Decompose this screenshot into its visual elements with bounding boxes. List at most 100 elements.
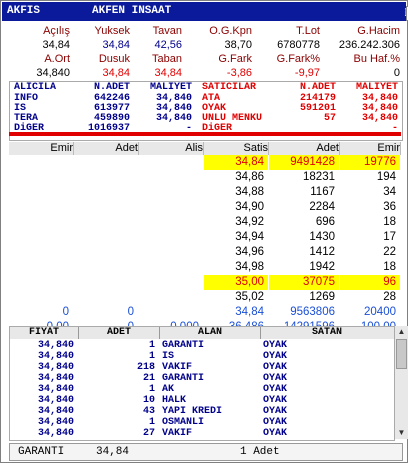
trade-row[interactable]: 34,840 1 IS OYAK <box>10 351 394 362</box>
trade-cell: 218 <box>136 362 155 373</box>
order-book-cell: 35,00 <box>204 275 268 290</box>
order-book-row[interactable]: 35,00 37075 96 <box>9 275 401 290</box>
trade-cell: HALK <box>162 395 187 406</box>
trade-cell: 34,840 <box>37 362 74 373</box>
order-book-cell <box>139 200 203 215</box>
order-book-cell <box>74 170 138 185</box>
order-book-cell: 18 <box>383 216 396 228</box>
order-book-row[interactable]: 34,98 1942 18 <box>9 260 401 275</box>
order-book-cell: 9491428 <box>269 155 339 170</box>
trade-cell: 34,840 <box>37 395 74 406</box>
trades-header-satan[interactable]: SATAN <box>261 327 393 339</box>
trade-cell: YAPI KREDI <box>162 406 223 417</box>
order-book-cell: 34,84 <box>204 155 268 170</box>
depth-header: ALICILA N.ADET MALIYET SATICILAR N.ADET … <box>10 83 402 93</box>
value-acilis: 34,84 <box>42 39 70 51</box>
order-book-cell: 1942 <box>309 261 335 273</box>
order-book-cell: 35,02 <box>235 291 264 303</box>
ob-header-adet-sell[interactable]: Adet <box>269 142 340 155</box>
trades-header-adet[interactable]: ADET <box>79 327 160 339</box>
order-book-cell: 34,92 <box>235 216 264 228</box>
trade-row[interactable]: 34,840 10 HALK OYAK <box>10 395 394 406</box>
order-book-cell <box>139 155 203 170</box>
trade-cell: OYAK <box>263 428 288 439</box>
trade-row[interactable]: 34,840 1 AK OYAK <box>10 384 394 395</box>
trades-header-alan[interactable]: ALAN <box>160 327 261 339</box>
order-book: Emir Adet Alis Satis Adet Emir 34,84 9491… <box>9 142 401 333</box>
trade-cell: OYAK <box>263 340 288 351</box>
trade-cell: OYAK <box>263 362 288 373</box>
trade-row[interactable]: 34,840 1 OSMANLI OYAK <box>10 417 394 428</box>
value-tavan: 42,56 <box>154 39 182 51</box>
trade-cell: 21 <box>142 373 155 384</box>
trade-row[interactable]: 34,840 21 GARANTI OYAK <box>10 373 394 384</box>
order-book-cell <box>9 170 73 185</box>
trade-cell: 34,840 <box>37 351 74 362</box>
order-book-row[interactable]: 34,84 9491428 19776 <box>9 155 401 170</box>
order-book-total-cell: 20400 <box>364 306 396 318</box>
order-book-total-cell <box>139 305 203 320</box>
order-book-cell <box>139 215 203 230</box>
order-book-cell <box>9 185 73 200</box>
label-tlot: T.Lot <box>296 25 320 37</box>
depth-header-nadet-sell: N.ADET <box>299 82 336 93</box>
order-book-cell <box>9 230 73 245</box>
trade-cell: VAKIF <box>162 362 193 373</box>
order-book-row[interactable]: 34,86 18231 194 <box>9 170 401 185</box>
trade-cell: OYAK <box>263 395 288 406</box>
value-yuksek: 34,84 <box>102 39 130 51</box>
ob-header-emir-sell[interactable]: Emir <box>340 142 401 155</box>
depth-cell: 57 <box>323 113 336 124</box>
trades-list: FIYAT ADET ALAN SATAN 34,840 1 GARANTI OYAK… <box>9 326 395 441</box>
trade-cell: AK <box>162 384 175 395</box>
order-book-cell <box>139 245 203 260</box>
trade-cell: 10 <box>142 395 155 406</box>
scroll-thumb[interactable] <box>396 339 407 369</box>
depth-cell: 34,840 <box>155 113 192 124</box>
order-book-cell: 34,86 <box>235 171 264 183</box>
order-book-cell: 37075 <box>269 275 339 290</box>
order-book-cell <box>139 275 203 290</box>
order-book-cell: 18 <box>383 261 396 273</box>
trade-cell: 1 <box>148 340 155 351</box>
title-bar: AKFIS AKFEN INSAAT < A D B T K G S R E ✦… <box>2 2 408 21</box>
order-book-cell: 22 <box>383 246 396 258</box>
order-book-cell: 1430 <box>309 231 335 243</box>
order-book-row[interactable]: 34,92 696 18 <box>9 215 401 230</box>
ob-header-adet-buy[interactable]: Adet <box>74 142 139 155</box>
company-title: AKFEN INSAAT <box>92 5 172 17</box>
trade-cell: OYAK <box>263 417 288 428</box>
order-book-cell <box>9 290 73 305</box>
summary-labels-2: A.Ort Dusuk Taban G.Fark G.Fark% Bu Haf.… <box>4 53 406 68</box>
trade-row[interactable]: 34,840 43 YAPI KREDI OYAK <box>10 406 394 417</box>
trades-header: FIYAT ADET ALAN SATAN <box>10 327 394 339</box>
ob-header-satis[interactable]: Satis <box>204 142 269 155</box>
trade-cell: OYAK <box>263 406 288 417</box>
trades-scrollbar[interactable]: ▲ ▼ <box>394 326 408 439</box>
value-gfark: -3,86 <box>226 67 252 79</box>
trade-cell: 34,840 <box>37 384 74 395</box>
depth-header-nadet-buy: N.ADET <box>93 82 130 93</box>
order-book-cell <box>9 215 73 230</box>
order-book-cell <box>9 275 73 290</box>
order-book-row[interactable]: 35,02 1269 28 <box>9 290 401 305</box>
order-book-row[interactable]: 34,90 2284 36 <box>9 200 401 215</box>
order-book-row[interactable]: 34,96 1412 22 <box>9 245 401 260</box>
scroll-down-icon[interactable]: ▼ <box>395 427 408 439</box>
ob-header-alis[interactable]: Alis <box>139 142 204 155</box>
trade-cell: IS <box>162 351 175 362</box>
order-book-cell <box>74 230 138 245</box>
order-book-cell: 194 <box>376 171 396 183</box>
order-book-row[interactable]: 34,94 1430 17 <box>9 230 401 245</box>
trade-row[interactable]: 34,840 218 VAKIF OYAK <box>10 362 394 373</box>
summary-values-2: 34,840 34,84 34,84 -3,86 -9,97 0 <box>4 67 406 82</box>
trade-row[interactable]: 34,840 1 GARANTI OYAK <box>10 340 394 351</box>
scroll-up-icon[interactable]: ▲ <box>395 326 408 338</box>
order-book-row[interactable]: 34,88 1167 34 <box>9 185 401 200</box>
order-book-total-cell: 0 <box>62 306 69 318</box>
trade-row[interactable]: 34,840 27 VAKIF OYAK <box>10 428 394 439</box>
order-book-totals-row: 0 0 34,84 9563806 20400 <box>9 305 401 320</box>
order-book-cell: 36 <box>383 201 396 213</box>
ob-header-emir-buy[interactable]: Emir <box>9 142 74 155</box>
trades-header-fiyat[interactable]: FIYAT <box>10 327 79 339</box>
